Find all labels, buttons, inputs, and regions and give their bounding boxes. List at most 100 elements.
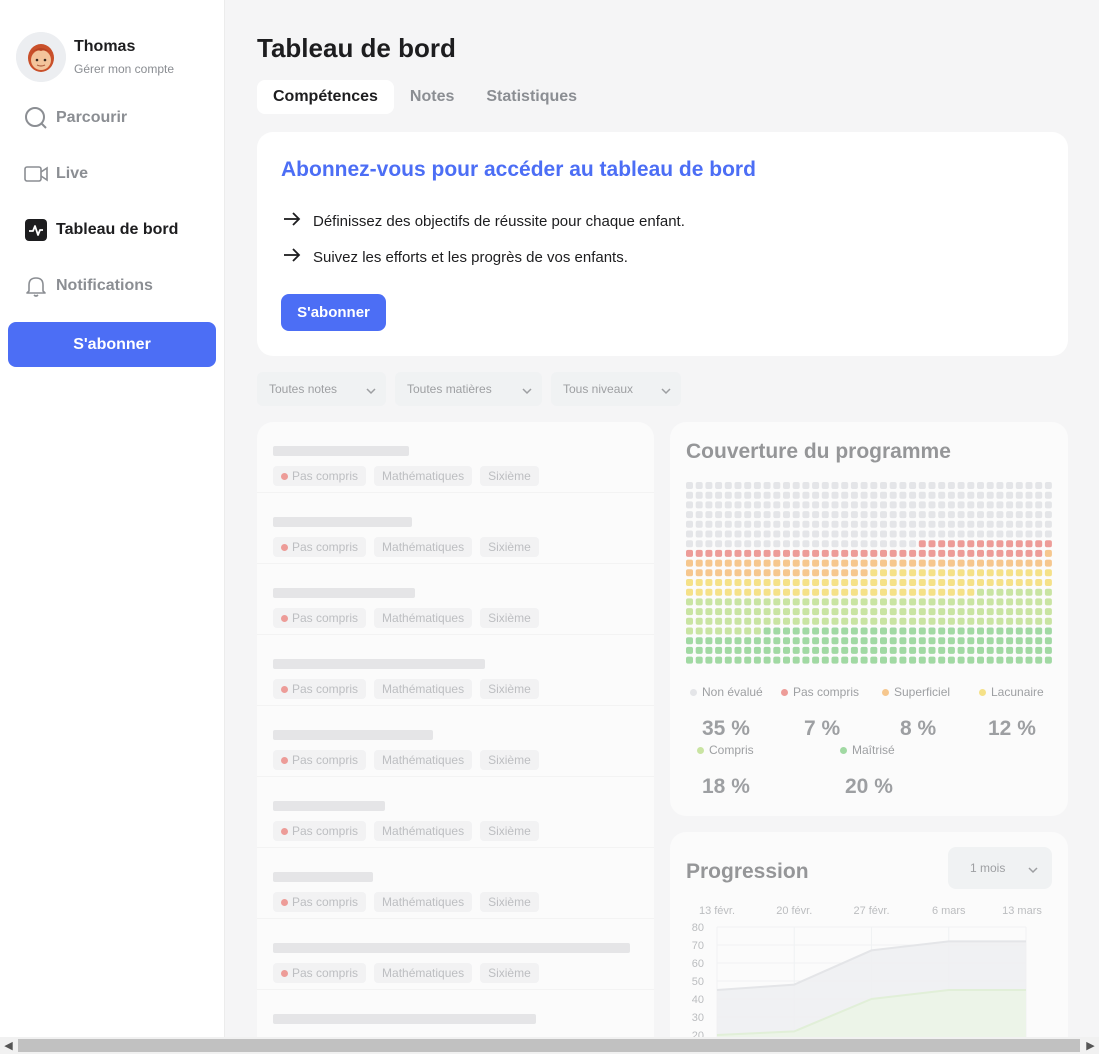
coverage-dot xyxy=(957,637,965,645)
coverage-dot xyxy=(1035,482,1043,489)
y-tick-label: 80 xyxy=(692,922,704,934)
coverage-dot xyxy=(705,627,713,635)
filter-matieres[interactable]: Toutes matières xyxy=(395,372,542,406)
coverage-dot xyxy=(753,569,761,577)
coverage-dot xyxy=(967,598,975,606)
coverage-dot xyxy=(1015,491,1023,499)
coverage-dot xyxy=(947,559,955,567)
tab-competences[interactable]: Compétences xyxy=(257,80,394,114)
filter-label: Tous niveaux xyxy=(563,382,634,396)
list-item[interactable]: Pas compris Mathématiques Sixième xyxy=(257,493,654,564)
subscribe-promo-card: Abonnez-vous pour accéder au tableau de … xyxy=(257,132,1068,356)
coverage-dot xyxy=(880,530,887,538)
coverage-dot xyxy=(918,656,926,664)
filter-notes[interactable]: Toutes notes xyxy=(257,372,386,406)
coverage-dot xyxy=(870,569,878,577)
coverage-dot xyxy=(899,482,907,489)
scroll-left-arrow[interactable]: ◀ xyxy=(0,1037,17,1054)
coverage-dot xyxy=(986,598,994,606)
coverage-dot xyxy=(909,598,917,606)
coverage-dot xyxy=(783,491,790,499)
coverage-dot xyxy=(938,491,946,499)
period-select[interactable]: 1 mois xyxy=(948,847,1052,889)
coverage-dot xyxy=(860,491,868,499)
coverage-dot xyxy=(889,588,897,596)
chevron-down-icon xyxy=(366,384,376,398)
coverage-dot xyxy=(812,540,820,548)
subscribe-button[interactable]: S'abonner xyxy=(281,294,386,331)
coverage-dot xyxy=(1015,598,1023,606)
coverage-dot xyxy=(850,520,858,528)
coverage-dot xyxy=(841,569,849,577)
coverage-dot xyxy=(870,549,878,557)
coverage-dot xyxy=(763,637,771,645)
scroll-right-arrow[interactable]: ▶ xyxy=(1082,1037,1099,1054)
sidebar-item-notifications[interactable]: Notifications xyxy=(24,274,153,298)
coverage-dot xyxy=(812,559,820,567)
chevron-down-icon xyxy=(661,384,671,398)
subject-chip: Mathématiques xyxy=(374,608,473,628)
horizontal-scrollbar[interactable]: ◀ ▶ xyxy=(0,1037,1099,1054)
coverage-dot xyxy=(744,501,752,509)
level-chip: Sixième xyxy=(480,821,539,841)
coverage-dot xyxy=(870,501,878,509)
coverage-dot xyxy=(938,559,946,567)
coverage-dot xyxy=(870,598,878,606)
coverage-dot xyxy=(773,491,781,499)
coverage-dot xyxy=(831,579,839,586)
sidebar-subscribe-button[interactable]: S'abonner xyxy=(8,322,216,367)
coverage-dot xyxy=(957,588,965,596)
coverage-dot xyxy=(928,588,936,596)
sidebar-item-tableau-de-bord[interactable]: Tableau de bord xyxy=(24,218,178,242)
coverage-dot xyxy=(1006,540,1014,548)
pct-pas-compris: 7 % xyxy=(804,717,841,740)
coverage-dot xyxy=(977,549,984,557)
coverage-dot xyxy=(996,491,1004,499)
pct-non-evalue: 35 % xyxy=(702,717,750,740)
coverage-dot xyxy=(1035,637,1043,645)
coverage-dot xyxy=(918,627,926,635)
list-item[interactable]: Pas compris Mathématiques Sixième xyxy=(257,706,654,777)
list-item[interactable]: Pas compris Mathématiques Sixième xyxy=(257,635,654,706)
list-item[interactable]: Pas compris Mathématiques Sixième xyxy=(257,422,654,493)
coverage-dot xyxy=(744,491,752,499)
tab-statistiques[interactable]: Statistiques xyxy=(470,80,593,114)
profile[interactable]: Thomas Gérer mon compte xyxy=(16,32,174,82)
coverage-dot xyxy=(947,549,955,557)
scroll-thumb[interactable] xyxy=(18,1039,1080,1052)
sidebar-item-parcourir[interactable]: Parcourir xyxy=(24,106,127,130)
list-item[interactable]: Pas compris Mathématiques Sixième xyxy=(257,777,654,848)
list-item[interactable]: Pas compris Mathématiques Sixième xyxy=(257,919,654,990)
coverage-dot xyxy=(812,579,820,586)
coverage-dot xyxy=(763,627,771,635)
coverage-dot xyxy=(938,617,946,625)
coverage-dot xyxy=(831,559,839,567)
coverage-dot xyxy=(686,579,693,586)
coverage-dot xyxy=(986,646,994,654)
list-item[interactable]: Pas compris Mathématiques Sixième xyxy=(257,564,654,635)
coverage-title: Couverture du programme xyxy=(686,440,951,463)
coverage-dot xyxy=(821,482,829,489)
list-item[interactable]: Pas compris Mathématiques Sixième xyxy=(257,848,654,919)
coverage-dot xyxy=(802,588,810,596)
coverage-dot xyxy=(860,549,868,557)
coverage-dot xyxy=(928,569,936,577)
coverage-dot xyxy=(899,608,907,616)
coverage-dot xyxy=(870,588,878,596)
coverage-dot xyxy=(1025,656,1033,664)
coverage-dot xyxy=(880,559,887,567)
coverage-dot xyxy=(802,617,810,625)
coverage-dot xyxy=(957,549,965,557)
coverage-dot xyxy=(928,491,936,499)
coverage-dot xyxy=(909,637,917,645)
coverage-dot xyxy=(753,598,761,606)
tab-notes[interactable]: Notes xyxy=(394,80,470,114)
coverage-dot xyxy=(763,511,771,519)
filter-niveaux[interactable]: Tous niveaux xyxy=(551,372,681,406)
avatar[interactable] xyxy=(16,32,66,82)
coverage-dot xyxy=(792,549,800,557)
coverage-dot xyxy=(1025,549,1033,557)
sidebar-item-live[interactable]: Live xyxy=(24,162,88,186)
manage-account-link[interactable]: Gérer mon compte xyxy=(74,62,174,76)
coverage-dot xyxy=(773,637,781,645)
